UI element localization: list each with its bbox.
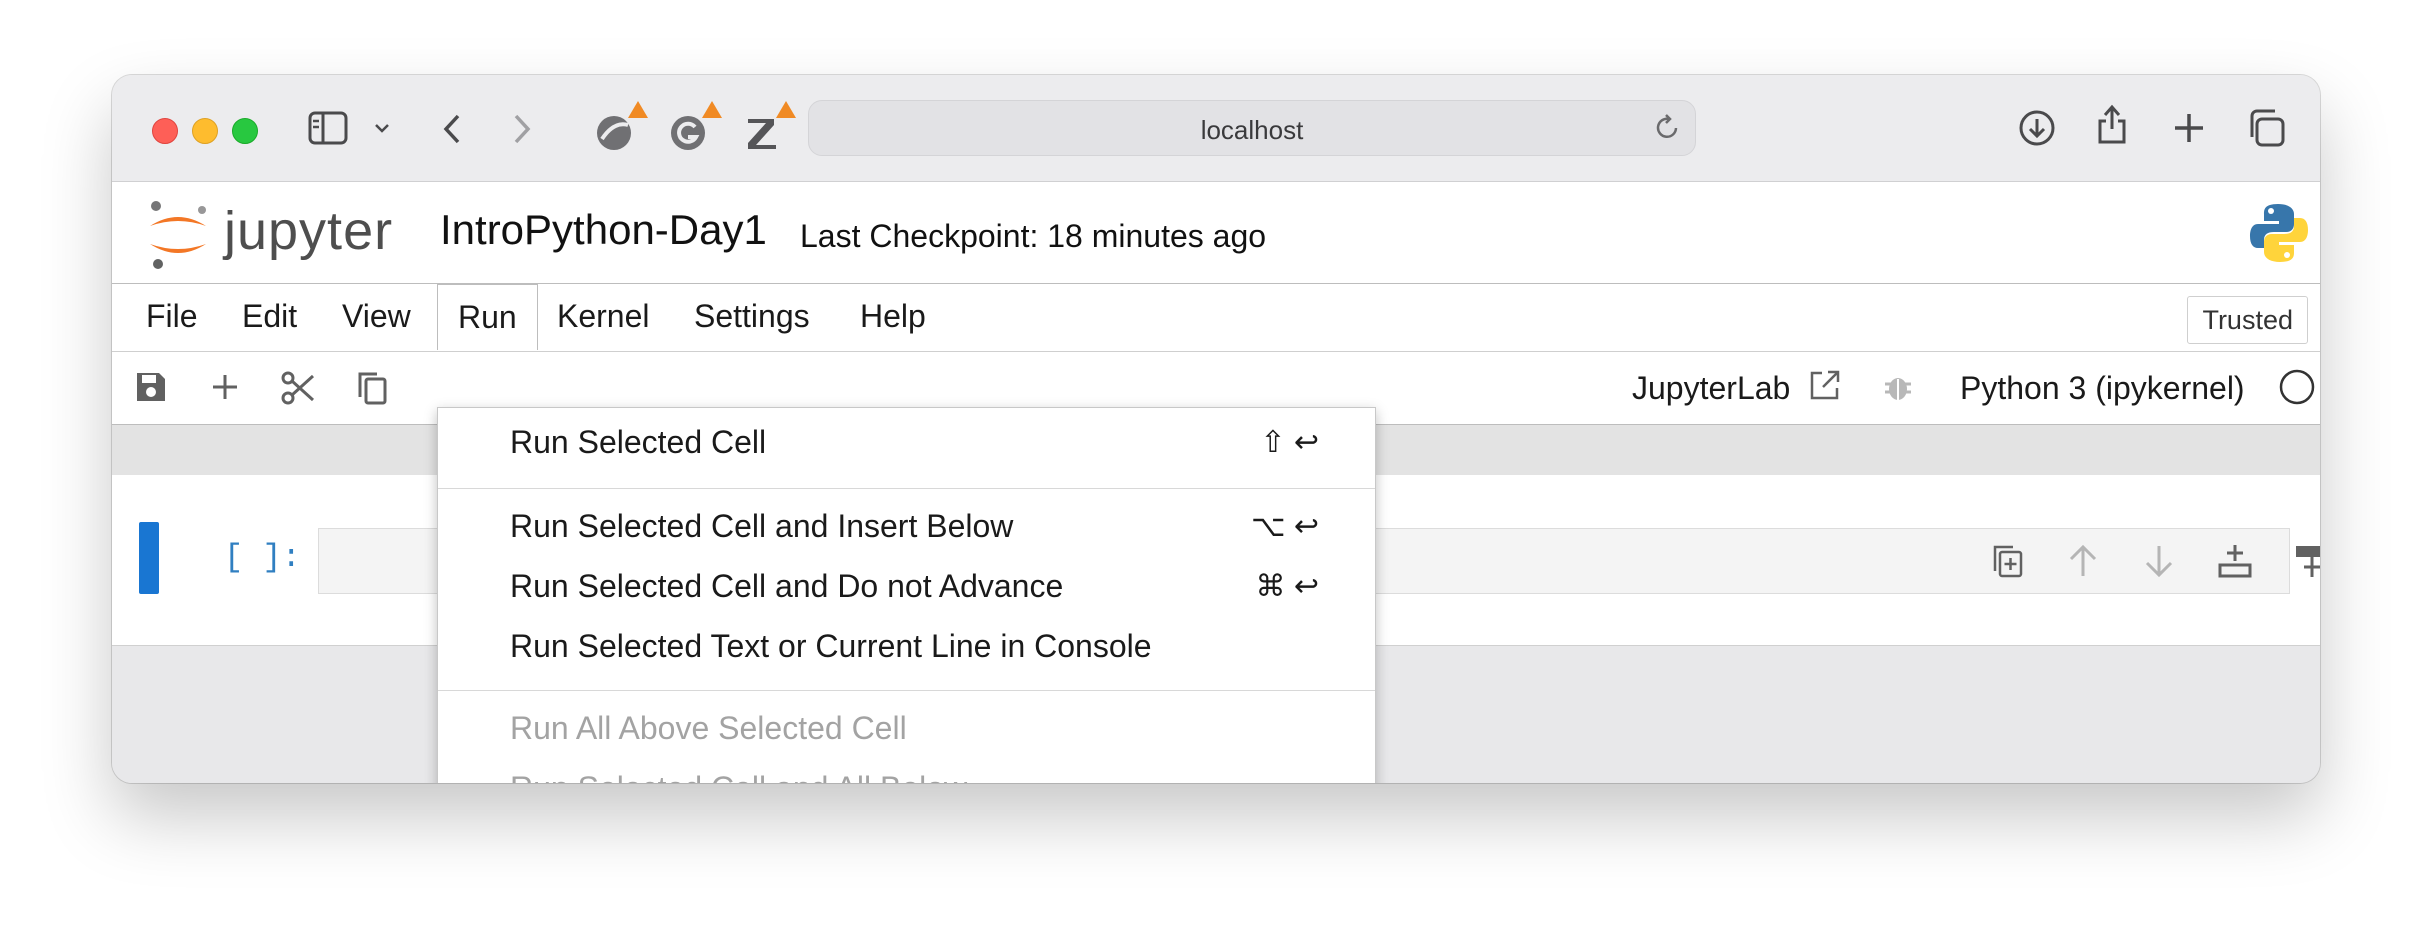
back-icon[interactable]	[442, 113, 462, 145]
kernel-status-icon	[2278, 368, 2316, 411]
share-icon[interactable]	[2096, 103, 2128, 145]
run-and-insert-below-shortcut: ⌥ ↩	[1250, 510, 1319, 543]
menubar: File Edit View Run Kernel Settings Help …	[112, 284, 2320, 352]
run-do-not-advance-item[interactable]: Run Selected Cell and Do not Advance	[510, 568, 1063, 605]
run-menu-dropdown: Run Selected Cell ⇧ ↩ Run Selected Cell …	[437, 407, 1376, 783]
zotero-icon[interactable]	[742, 101, 796, 157]
copy-icon[interactable]	[356, 370, 388, 411]
kernel-name[interactable]: Python 3 (ipykernel)	[1960, 370, 2245, 407]
cell-prompt: [ ]:	[224, 539, 301, 576]
address-bar[interactable]: localhost	[808, 100, 1696, 156]
run-selected-cell-item[interactable]: Run Selected Cell	[510, 424, 766, 461]
close-window-button[interactable]	[152, 118, 178, 144]
move-up-icon[interactable]	[2067, 543, 2099, 584]
active-cell-indicator	[139, 522, 159, 594]
reload-icon[interactable]	[1655, 114, 1681, 142]
menu-file[interactable]: File	[146, 298, 198, 335]
jupyter-logo-text[interactable]: jupyter	[224, 200, 393, 262]
menu-help[interactable]: Help	[860, 298, 926, 335]
notebook-header: jupyter IntroPython-Day1 Last Checkpoint…	[112, 182, 2320, 284]
add-cell-icon[interactable]	[208, 370, 242, 409]
extension-icon-1[interactable]	[594, 101, 648, 157]
run-all-below-item[interactable]: Run Selected Cell and All Below	[510, 770, 967, 783]
last-checkpoint: Last Checkpoint: 18 minutes ago	[800, 218, 1267, 254]
tab-overview-icon[interactable]	[2246, 108, 2286, 148]
sidebar-toggle-icon[interactable]	[308, 111, 348, 145]
chevron-down-icon[interactable]	[374, 123, 390, 133]
trusted-indicator[interactable]: Trusted	[2187, 296, 2308, 344]
menu-separator	[438, 488, 1375, 489]
downloads-icon[interactable]	[2018, 109, 2056, 147]
warning-badge-icon	[702, 101, 722, 118]
python-logo-icon	[2248, 202, 2310, 269]
grammarly-icon[interactable]	[668, 101, 722, 157]
menu-run[interactable]: Run	[437, 284, 538, 350]
run-selected-cell-shortcut: ⇧ ↩	[1260, 426, 1319, 459]
save-icon[interactable]	[134, 370, 168, 409]
cut-icon[interactable]	[280, 370, 316, 411]
run-in-console-item[interactable]: Run Selected Text or Current Line in Con…	[510, 628, 1152, 665]
menu-view[interactable]: View	[342, 298, 411, 335]
duplicate-cell-icon[interactable]	[1991, 543, 2025, 584]
url-text: localhost	[1200, 115, 1304, 145]
menu-edit[interactable]: Edit	[242, 298, 297, 335]
insert-above-icon[interactable]	[2217, 543, 2253, 584]
forward-icon[interactable]	[512, 113, 532, 145]
run-do-not-advance-shortcut: ⌘ ↩	[1255, 570, 1319, 603]
move-down-icon[interactable]	[2143, 543, 2175, 584]
warning-badge-icon	[776, 101, 796, 118]
jupyterlab-link[interactable]: JupyterLab	[1632, 370, 1790, 407]
browser-window: localhost jupyter IntroPython-Day1 Last …	[112, 75, 2320, 783]
browser-titlebar: localhost	[112, 75, 2320, 182]
menu-separator	[438, 690, 1375, 691]
insert-below-icon[interactable]	[2293, 543, 2320, 584]
run-all-above-item[interactable]: Run All Above Selected Cell	[510, 710, 907, 747]
warning-badge-icon	[628, 101, 648, 118]
new-tab-icon[interactable]	[2172, 111, 2206, 145]
page-content: jupyter IntroPython-Day1 Last Checkpoint…	[112, 182, 2320, 783]
menu-kernel[interactable]: Kernel	[557, 298, 650, 335]
notebook-title[interactable]: IntroPython-Day1	[440, 206, 767, 254]
minimize-window-button[interactable]	[192, 118, 218, 144]
external-link-icon[interactable]	[1808, 368, 1842, 407]
menu-settings[interactable]: Settings	[694, 298, 810, 335]
run-and-insert-below-item[interactable]: Run Selected Cell and Insert Below	[510, 508, 1013, 545]
debugger-icon[interactable]	[1882, 370, 1914, 409]
zoom-window-button[interactable]	[232, 118, 258, 144]
jupyter-logo-icon[interactable]	[142, 196, 214, 277]
